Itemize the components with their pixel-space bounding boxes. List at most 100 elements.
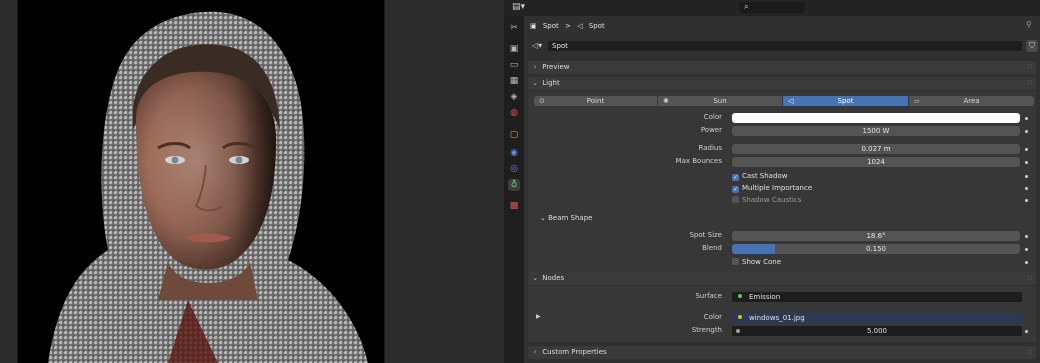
- area-light-icon: ▱: [914, 97, 920, 105]
- drag-handle-icon[interactable]: ∷: [1028, 272, 1032, 285]
- show-cone-checkbox[interactable]: Show Cone: [732, 257, 781, 267]
- drag-handle-icon[interactable]: ∷: [1028, 77, 1032, 90]
- pin-icon[interactable]: ⚲: [1026, 20, 1032, 29]
- light-panel-header[interactable]: ⌄ Light ∷: [528, 77, 1036, 90]
- keyframe-dot-icon[interactable]: [1025, 117, 1028, 120]
- object-icon: ▣: [530, 22, 537, 30]
- sun-light-icon: ✺: [663, 97, 669, 105]
- empty-checkbox-icon: [732, 258, 739, 265]
- color-texture-field[interactable]: windows_01.jpg: [732, 313, 1022, 323]
- strength-field[interactable]: 5.000: [732, 326, 1022, 336]
- custom-properties-panel-header[interactable]: › Custom Properties ∷: [528, 346, 1036, 359]
- scene-tab-icon[interactable]: ◈: [508, 91, 520, 103]
- breadcrumb: ▣ Spot > ◁ Spot: [530, 19, 609, 33]
- breadcrumb-object[interactable]: Spot: [543, 22, 559, 30]
- value-socket-icon: [736, 329, 740, 333]
- expand-arrow-icon[interactable]: ▶: [536, 313, 541, 320]
- datablock-browse-icon[interactable]: ◁▾: [532, 41, 542, 50]
- fake-user-shield-icon[interactable]: ⛉: [1026, 40, 1038, 52]
- datablock-name-field[interactable]: Spot: [548, 41, 1022, 51]
- empty-checkbox-icon: [732, 196, 739, 203]
- color-socket-icon: [738, 315, 742, 319]
- shader-socket-icon: [738, 294, 742, 298]
- drag-handle-icon[interactable]: ∷: [1028, 346, 1032, 359]
- search-input[interactable]: [739, 2, 805, 13]
- keyframe-dot-icon[interactable]: [1025, 148, 1028, 151]
- tool-tab-icon[interactable]: ✂: [508, 22, 520, 34]
- point-light-icon: ⊙: [539, 97, 545, 105]
- output-tab-icon[interactable]: ▭: [508, 59, 520, 71]
- chevron-down-icon: ⌄: [532, 79, 538, 87]
- keyframe-dot-icon[interactable]: [1025, 235, 1028, 238]
- light-type-point-button[interactable]: ⊙ Point: [534, 96, 657, 106]
- datablock-row: ◁▾ Spot ⛉: [530, 40, 1038, 54]
- custom-properties-title: Custom Properties: [542, 348, 607, 356]
- light-color-swatch[interactable]: [732, 113, 1020, 123]
- world-tab-icon[interactable]: ◍: [508, 107, 520, 119]
- surface-label: Surface: [695, 292, 722, 300]
- render-viewport[interactable]: [0, 0, 504, 363]
- keyframe-dot-icon[interactable]: [1025, 199, 1028, 202]
- spot-size-field[interactable]: 18.6°: [732, 231, 1020, 241]
- modifier-tab-icon[interactable]: ◉: [508, 147, 520, 159]
- nodes-panel-title: Nodes: [542, 274, 565, 282]
- power-field[interactable]: 1500 W: [732, 126, 1020, 136]
- surface-shader-field[interactable]: Emission: [732, 292, 1022, 302]
- light-data-icon: ◁: [577, 22, 583, 30]
- multiple-importance-checkbox[interactable]: ✓ Multiple Importance: [732, 183, 812, 193]
- max-bounces-field[interactable]: 1024: [732, 157, 1020, 167]
- radius-field[interactable]: 0.027 m: [732, 144, 1020, 154]
- nodes-panel-header[interactable]: ⌄ Nodes ∷: [528, 272, 1036, 285]
- light-type-area-button[interactable]: ▱ Area: [909, 96, 1034, 106]
- chevron-right-icon: ›: [533, 63, 537, 71]
- preview-panel-title: Preview: [542, 63, 570, 71]
- nodes-panel-body: Surface Emission ▶ Color windows_01.jpg …: [528, 286, 1036, 342]
- texture-tab-icon[interactable]: ▩: [508, 200, 520, 212]
- shadow-caustics-checkbox[interactable]: Shadow Caustics: [732, 195, 801, 205]
- view-layer-tab-icon[interactable]: ▦: [508, 75, 520, 87]
- light-panel-body: ⊙ Point ✺ Sun ◁ Spot ▱ Area Color Power …: [528, 91, 1036, 283]
- preview-panel-header[interactable]: › Preview ∷: [528, 61, 1036, 74]
- breadcrumb-data[interactable]: Spot: [589, 22, 605, 30]
- blend-slider[interactable]: 0.150: [732, 244, 1020, 254]
- checkmark-icon: ✓: [732, 174, 739, 181]
- keyframe-dot-icon[interactable]: [1025, 248, 1028, 251]
- power-label: Power: [700, 126, 722, 134]
- chevron-down-icon: ⌄: [532, 274, 538, 282]
- chevron-right-icon: ›: [533, 348, 537, 356]
- light-data-tab-icon[interactable]: ♁: [508, 179, 520, 191]
- node-color-label: Color: [703, 313, 722, 321]
- cast-shadow-checkbox[interactable]: ✓ Cast Shadow: [732, 171, 787, 181]
- spot-light-icon: ◁: [788, 97, 794, 105]
- light-type-sun-button[interactable]: ✺ Sun: [658, 96, 782, 106]
- light-type-selector: ⊙ Point ✺ Sun ◁ Spot ▱ Area: [534, 96, 1034, 106]
- keyframe-dot-icon[interactable]: [1025, 175, 1028, 178]
- drag-handle-icon[interactable]: ∷: [1028, 61, 1032, 74]
- max-bounces-label: Max Bounces: [675, 157, 722, 165]
- search-icon: ⌕: [744, 2, 749, 11]
- strength-label: Strength: [691, 326, 722, 334]
- physics-tab-icon[interactable]: ◎: [508, 163, 520, 175]
- object-tab-icon[interactable]: ▢: [508, 129, 520, 141]
- color-label: Color: [703, 113, 722, 121]
- beam-shape-subpanel-header[interactable]: ⌄ Beam Shape: [540, 212, 592, 224]
- properties-header: ▤▾ ⌕: [504, 0, 1040, 16]
- properties-editor: ▤▾ ⌕ ✂ ▣ ▭ ▦ ◈ ◍ ▢ ◉ ◎ ♁ ▩ ▣ Spot > ◁ Sp…: [504, 0, 1040, 363]
- light-panel-title: Light: [542, 79, 560, 87]
- keyframe-dot-icon[interactable]: [1025, 130, 1028, 133]
- light-type-spot-button[interactable]: ◁ Spot: [783, 96, 908, 106]
- radius-label: Radius: [698, 144, 722, 152]
- keyframe-dot-icon[interactable]: [1025, 330, 1028, 333]
- chevron-down-icon: ⌄: [540, 214, 546, 222]
- checkmark-icon: ✓: [732, 186, 739, 193]
- blend-label: Blend: [702, 244, 722, 252]
- spot-size-label: Spot Size: [689, 231, 722, 239]
- keyframe-dot-icon[interactable]: [1025, 261, 1028, 264]
- keyframe-dot-icon[interactable]: [1025, 161, 1028, 164]
- breadcrumb-separator: >: [565, 22, 571, 30]
- render-result-image: [17, 0, 385, 363]
- render-tab-icon[interactable]: ▣: [508, 43, 520, 55]
- editor-type-icon[interactable]: ▤▾: [512, 2, 528, 14]
- keyframe-dot-icon[interactable]: [1025, 187, 1028, 190]
- properties-tab-strip: ✂ ▣ ▭ ▦ ◈ ◍ ▢ ◉ ◎ ♁ ▩: [504, 16, 524, 363]
